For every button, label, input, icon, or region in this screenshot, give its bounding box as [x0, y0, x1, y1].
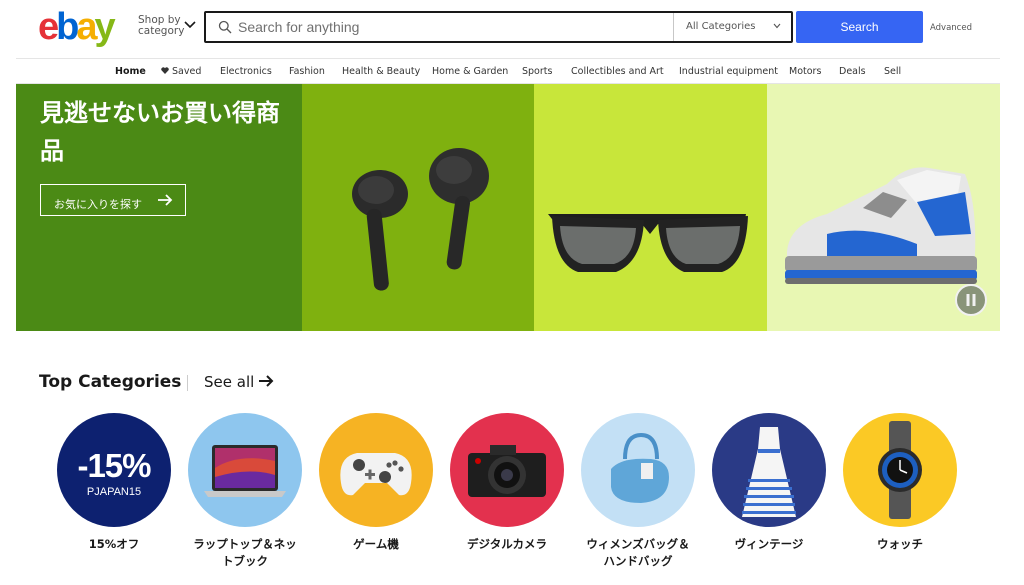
- arrow-right-icon: [158, 194, 173, 206]
- nav-item-fashion[interactable]: Fashion: [289, 66, 325, 77]
- shop-by-category-button[interactable]: Shop by category: [138, 15, 196, 37]
- see-all-link[interactable]: See all: [204, 373, 274, 391]
- search-bar: All Categories: [204, 11, 793, 43]
- pause-icon: [966, 294, 976, 306]
- camera-image: [468, 445, 546, 497]
- category-digital-cameras[interactable]: デジタルカメラ: [450, 413, 564, 553]
- banner-text-panel: 見逃せないお買い得商品 お気に入りを探す: [16, 84, 302, 331]
- category-label: ゲーム機: [353, 537, 399, 551]
- svg-text:ebay: ebay: [38, 6, 116, 48]
- sunglasses-image: [548, 214, 748, 272]
- nav-item-deals[interactable]: Deals: [839, 66, 866, 77]
- watch-image-icon: [843, 413, 957, 527]
- laptop-image: [204, 445, 286, 497]
- category-label: デジタルカメラ: [467, 537, 547, 551]
- nav-item-home-garden[interactable]: Home & Garden: [432, 66, 508, 77]
- earbuds-image: [352, 148, 489, 291]
- category-womens-bags[interactable]: ウィメンズバッグ＆ハンドバッグ: [581, 413, 695, 570]
- handbag-image: [611, 432, 669, 503]
- header: ebay Shop by category All Categories Sea…: [0, 0, 1024, 58]
- camera-image-icon: [450, 413, 564, 527]
- dress-image-icon: [712, 413, 826, 527]
- handbag-image-icon: [581, 413, 695, 527]
- nav-item-sell[interactable]: Sell: [884, 66, 901, 77]
- nav-item-motors[interactable]: Motors: [789, 66, 821, 77]
- search-icon: [218, 20, 232, 34]
- game-controller-image-icon: [319, 413, 433, 527]
- category-label: ヴィンテージ: [734, 537, 804, 551]
- dress-image: [742, 427, 796, 517]
- nav-item-sports[interactable]: Sports: [522, 66, 552, 77]
- heart-icon: [161, 67, 169, 74]
- laptop-image-icon: [188, 413, 302, 527]
- search-button[interactable]: Search: [796, 11, 923, 43]
- category-select-value: All Categories: [686, 21, 756, 32]
- banner-title: 見逃せないお買い得商品: [40, 99, 280, 165]
- discount-badge-icon: -15% PJAPAN15: [57, 413, 171, 527]
- nav-item-saved-label: Saved: [172, 66, 202, 77]
- category-label: ウォッチ: [877, 537, 923, 551]
- chevron-down-icon: [773, 23, 781, 29]
- promo-percent: -15%: [77, 447, 151, 484]
- ebay-logo[interactable]: ebay: [38, 6, 130, 48]
- see-all-label: See all: [204, 373, 255, 391]
- search-input[interactable]: [238, 15, 668, 39]
- category-label: 15%オフ: [88, 537, 140, 551]
- watch-image: [878, 421, 922, 519]
- category-vintage[interactable]: ヴィンテージ: [712, 413, 826, 553]
- hero-banner[interactable]: 見逃せないお買い得商品 お気に入りを探す: [16, 84, 1000, 331]
- shop-by-line2: category: [138, 25, 185, 37]
- game-controller-image: [340, 453, 412, 496]
- banner-earbuds-panel: [302, 84, 534, 331]
- top-categories-title: Top Categories: [39, 372, 182, 392]
- nav-item-electronics[interactable]: Electronics: [220, 66, 272, 77]
- category-nav: Home Saved Electronics Fashion Health & …: [16, 58, 1000, 84]
- promo-code: PJAPAN15: [86, 486, 142, 498]
- arrow-right-icon: [259, 375, 274, 387]
- category-label: ラップトップ＆ネットブック: [193, 537, 297, 568]
- carousel-pause-button[interactable]: [955, 284, 987, 316]
- category-watches[interactable]: ウォッチ: [843, 413, 957, 553]
- nav-item-home[interactable]: Home: [115, 66, 146, 77]
- banner-cta-button[interactable]: お気に入りを探す: [40, 184, 186, 216]
- banner-cta-label: お気に入りを探す: [54, 198, 142, 211]
- divider: [187, 375, 188, 391]
- chevron-down-icon: [184, 21, 196, 29]
- nav-item-health-beauty[interactable]: Health & Beauty: [342, 66, 420, 77]
- category-label: ウィメンズバッグ＆ハンドバッグ: [586, 537, 690, 568]
- category-game-consoles[interactable]: ゲーム機: [319, 413, 433, 553]
- nav-item-saved[interactable]: Saved: [161, 66, 201, 77]
- advanced-search-link[interactable]: Advanced: [930, 23, 972, 33]
- nav-item-industrial-equipment[interactable]: Industrial equipment: [679, 66, 778, 77]
- category-laptops[interactable]: ラップトップ＆ネットブック: [188, 413, 302, 570]
- nav-item-collectibles-art[interactable]: Collectibles and Art: [571, 66, 664, 77]
- banner-sunglasses-panel: [534, 84, 767, 331]
- category-discount[interactable]: -15% PJAPAN15 15%オフ: [57, 413, 171, 553]
- category-select[interactable]: All Categories: [673, 13, 793, 41]
